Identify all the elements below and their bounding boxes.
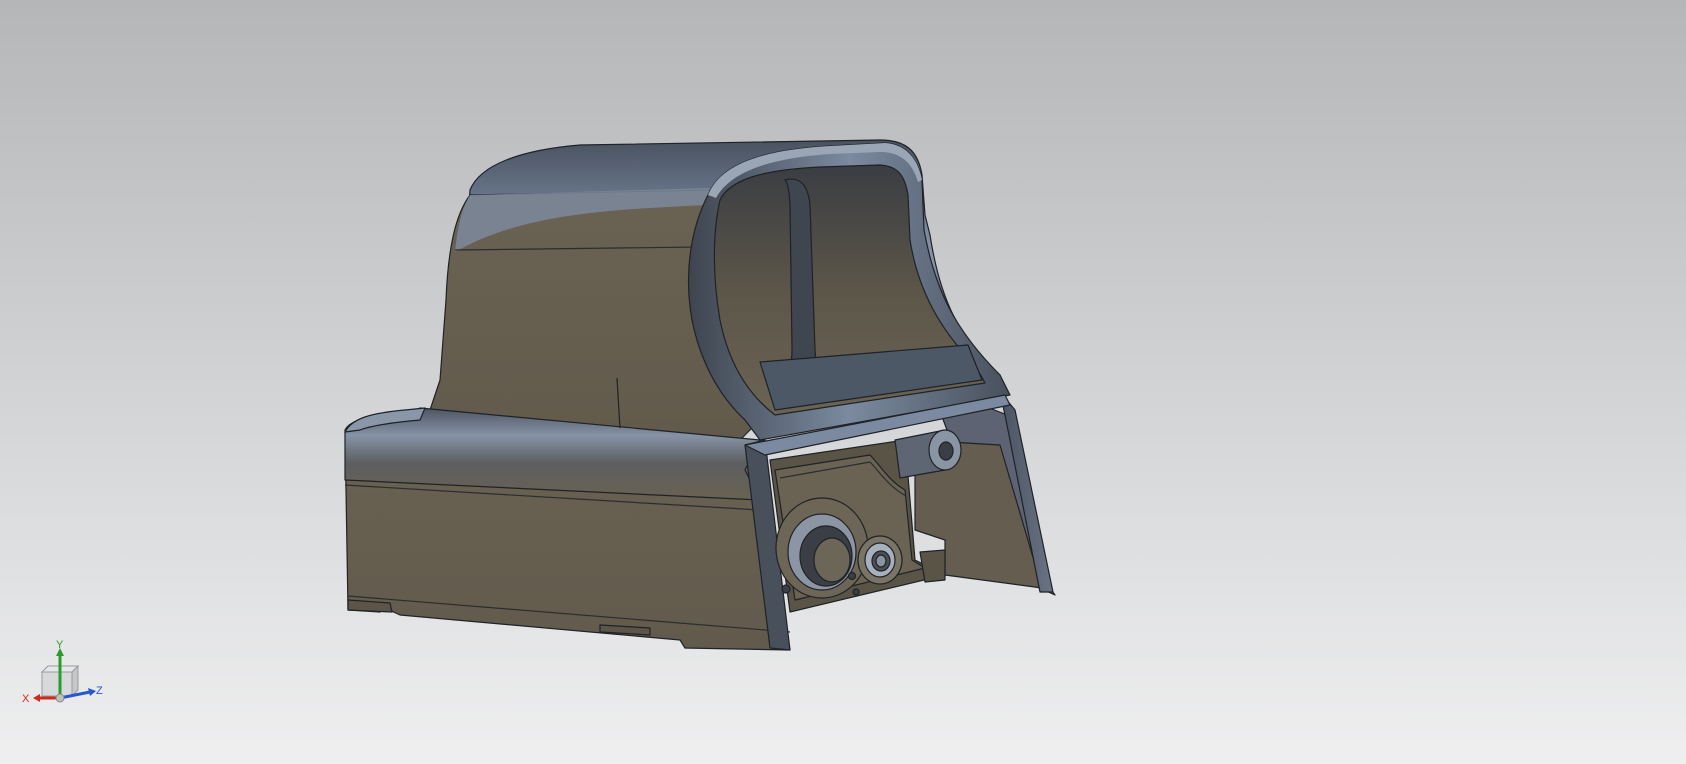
orientation-triad[interactable]: Y X Z bbox=[20, 640, 110, 720]
upper-boss-hole bbox=[938, 441, 954, 461]
y-axis-label: Y bbox=[56, 640, 64, 651]
x-axis-arrow bbox=[33, 694, 40, 702]
triad-cube-side bbox=[71, 664, 79, 698]
tiny-hole-2 bbox=[847, 571, 857, 581]
small-bore-thread bbox=[875, 554, 887, 568]
triad-origin bbox=[55, 693, 65, 703]
z-axis-arrow bbox=[88, 688, 96, 696]
x-axis-label: X bbox=[22, 693, 30, 705]
tiny-hole-1 bbox=[781, 584, 791, 594]
z-axis-label: Z bbox=[96, 685, 103, 697]
rail-tab bbox=[919, 549, 946, 583]
tiny-hole-3 bbox=[852, 588, 860, 596]
large-bore-inner bbox=[813, 537, 851, 583]
3d-model-render[interactable] bbox=[0, 0, 1686, 764]
triad-cube-face bbox=[41, 671, 73, 697]
graphics-viewport[interactable]: Y X Z bbox=[0, 0, 1686, 764]
optic-housing[interactable] bbox=[344, 139, 1056, 651]
